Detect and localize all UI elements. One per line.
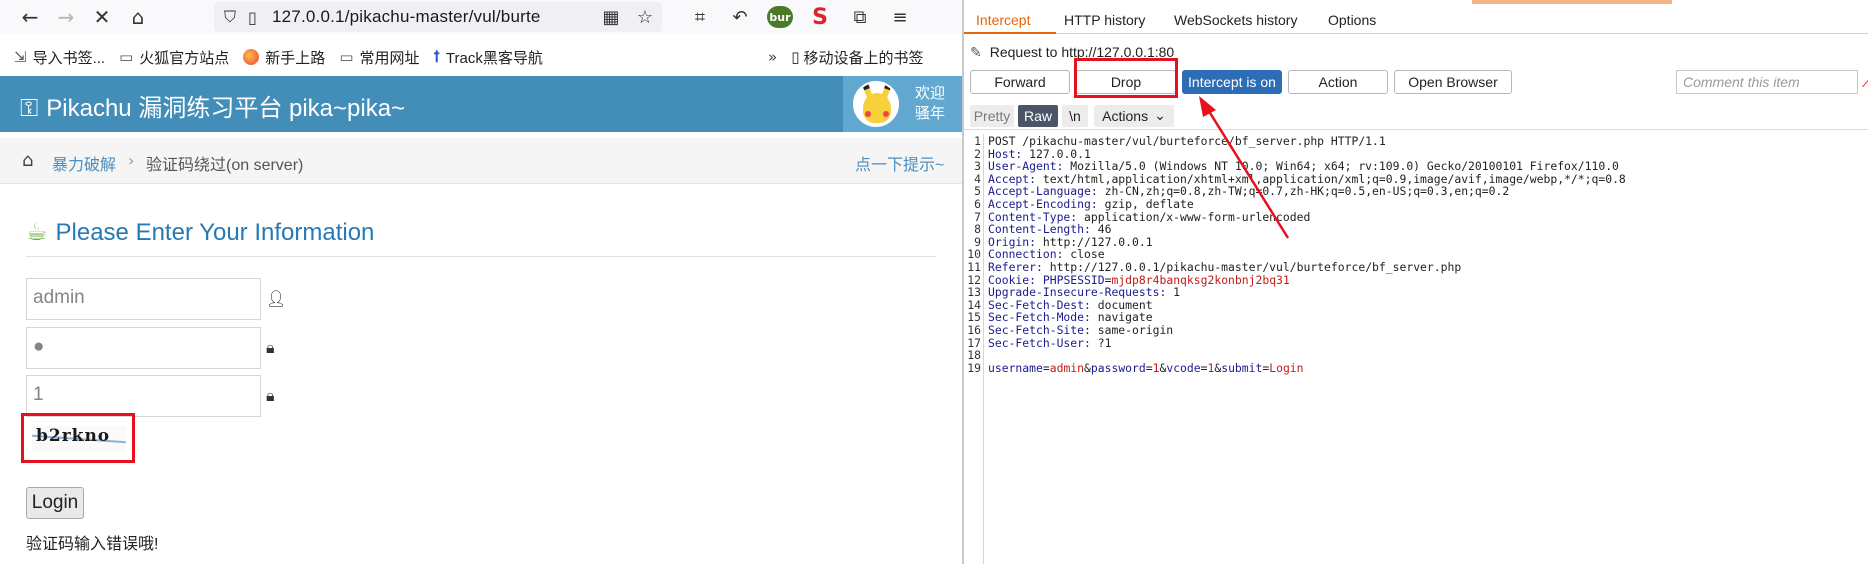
bookmark-star-icon[interactable]: ☆	[628, 2, 662, 32]
open-browser-button[interactable]: Open Browser	[1394, 70, 1512, 94]
form-title: ☕ Please Enter Your Information	[26, 218, 375, 246]
folder-icon: ▭	[339, 48, 354, 66]
title-divider	[26, 256, 936, 257]
user-icon: 👤︎	[266, 289, 287, 308]
breadcrumb-link-brute-force[interactable]: 暴力破解	[52, 151, 116, 175]
back-button[interactable]: ←	[12, 2, 48, 32]
screenshot-icon[interactable]: ⌗	[680, 2, 720, 32]
login-button[interactable]: Login	[26, 487, 84, 519]
request-editor[interactable]: 1 POST /pikachu-master/vul/burteforce/bf_…	[964, 134, 1868, 564]
bookmark-getting-started[interactable]: 新手上路	[243, 47, 325, 68]
s-extension-icon[interactable]: S	[800, 2, 840, 32]
qr-code-icon[interactable]: ▦	[594, 2, 628, 32]
breadcrumb-separator: ›	[128, 151, 135, 170]
menu-icon[interactable]: ≡	[880, 2, 920, 32]
tab-websockets-history[interactable]: WebSockets history	[1174, 12, 1297, 28]
error-message: 验证码输入错误哦!	[26, 536, 159, 553]
bookmark-import[interactable]: ⇲ 导入书签...	[14, 47, 105, 68]
address-bar[interactable]: ⛉ ▯ 127.0.0.1/pikachu-master/vul/burte ▦…	[214, 2, 662, 32]
track-icon: ꝉ	[433, 49, 440, 66]
actions-dropdown[interactable]: Actions ⌄	[1094, 105, 1174, 127]
tab-intercept[interactable]: Intercept	[976, 12, 1030, 28]
browser-window: ← → ✕ ⌂ ⛉ ▯ 127.0.0.1/pikachu-master/vul…	[0, 0, 962, 564]
burp-proxy-panel: Intercept HTTP history WebSockets histor…	[964, 0, 1868, 564]
newline-toggle-button[interactable]: \n	[1062, 105, 1088, 127]
lock-icon: 🔒︎	[266, 386, 275, 405]
coffee-icon: ☕	[26, 218, 48, 246]
line-number: 19	[967, 360, 981, 375]
chevron-down-icon: ⌄	[1154, 108, 1166, 124]
avatar	[853, 81, 899, 127]
burp-badge: bur	[767, 6, 793, 28]
action-button[interactable]: Action	[1288, 70, 1388, 94]
drop-highlight-box	[1074, 58, 1178, 98]
comment-input[interactable]: Comment this item	[1676, 70, 1858, 94]
mobile-icon: ▯	[791, 48, 800, 66]
home-button[interactable]: ⌂	[120, 2, 156, 32]
intercept-toggle-button[interactable]: Intercept is on	[1182, 70, 1282, 94]
bookmarks-bar: ⇲ 导入书签... ▭ 火狐官方站点 新手上路 ▭ 常用网址 ꝉ Track黑客导航 »…	[0, 42, 962, 72]
url-text[interactable]: 127.0.0.1/pikachu-master/vul/burte	[272, 7, 541, 27]
raw-view-button[interactable]: Raw	[1018, 105, 1058, 127]
tab-http-history[interactable]: HTTP history	[1064, 12, 1145, 28]
pencil-icon: ✎	[970, 45, 982, 61]
welcome-text: 欢迎 骚年	[915, 85, 946, 122]
line-content: Sec-Fetch-User: ?1	[988, 335, 1112, 350]
lock-icon: 🔒︎	[266, 338, 275, 357]
proxy-tabs: Intercept HTTP history WebSockets histor…	[964, 8, 1868, 34]
home-icon[interactable]: ⌂	[22, 150, 33, 171]
browser-navbar: ← → ✕ ⌂ ⛉ ▯ 127.0.0.1/pikachu-master/vul…	[0, 0, 962, 34]
page-info-icon[interactable]: ▯	[248, 8, 272, 27]
tab-options[interactable]: Options	[1328, 12, 1376, 28]
shield-icon[interactable]: ⛉	[224, 7, 248, 27]
bookmarks-overflow: » ▯ 移动设备上的书签	[768, 42, 923, 72]
folder-icon: ▭	[119, 48, 134, 66]
screenshot-root: ← → ✕ ⌂ ⛉ ▯ 127.0.0.1/pikachu-master/vul…	[0, 0, 1868, 564]
breadcrumb-current: 验证码绕过(on server)	[146, 157, 304, 174]
firefox-icon	[243, 49, 260, 65]
stop-loading-button[interactable]: ✕	[84, 2, 120, 32]
bookmark-firefox-official[interactable]: ▭ 火狐官方站点	[119, 47, 229, 68]
bookmark-common-sites[interactable]: ▭ 常用网址	[339, 47, 419, 68]
hint-link[interactable]: 点一下提示~	[855, 151, 944, 175]
highlight-icon[interactable]: ⟋	[1862, 72, 1868, 92]
import-icon: ⇲	[14, 48, 27, 66]
line-content: username=admin&password=1&vcode=1&submit…	[988, 360, 1304, 375]
forward-button[interactable]: Forward	[970, 70, 1070, 94]
breadcrumb: ⌂ 暴力破解 › 验证码绕过(on server) 点一下提示~	[0, 138, 962, 184]
captcha-highlight-box	[21, 413, 135, 463]
active-tab-underline	[964, 32, 1056, 34]
password-input[interactable]: ●	[26, 327, 261, 369]
forward-button[interactable]: →	[48, 2, 84, 32]
burp-extension-icon[interactable]: bur	[760, 2, 800, 32]
user-menu[interactable]: 欢迎 骚年	[843, 76, 962, 132]
vcode-input[interactable]: 1	[26, 375, 261, 417]
bookmark-track[interactable]: ꝉ Track黑客导航	[434, 47, 543, 68]
mobile-bookmarks[interactable]: 移动设备上的书签	[803, 47, 923, 68]
site-header: ⚿ Pikachu 漏洞练习平台 pika~pika~ 欢迎 骚年	[0, 76, 962, 132]
message-editor-toolbar: Pretty Raw \n Actions ⌄	[964, 100, 1868, 130]
undo-icon[interactable]: ↶	[720, 2, 760, 32]
toolbar-right: ⌗ ↶ bur S ⧉ ≡	[680, 0, 920, 34]
chevron-right-icon[interactable]: »	[768, 48, 777, 66]
top-tab-indicator	[1472, 0, 1672, 4]
site-title[interactable]: ⚿ Pikachu 漏洞练习平台 pika~pika~	[20, 88, 405, 123]
key-icon: ⚿	[20, 94, 39, 122]
extensions-icon[interactable]: ⧉	[840, 2, 880, 32]
username-input[interactable]: admin	[26, 278, 261, 320]
pretty-view-button[interactable]: Pretty	[970, 105, 1014, 127]
